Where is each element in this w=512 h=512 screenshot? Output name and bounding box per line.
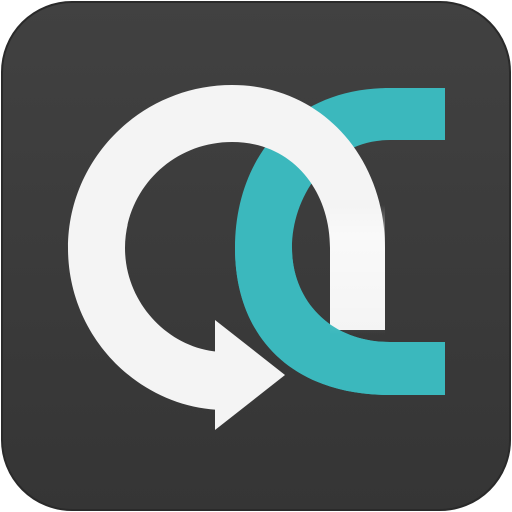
app-icon <box>0 0 512 512</box>
overlap-highlight <box>330 205 385 335</box>
app-logo-icon <box>1 1 511 511</box>
app-icon-canvas <box>0 0 512 512</box>
